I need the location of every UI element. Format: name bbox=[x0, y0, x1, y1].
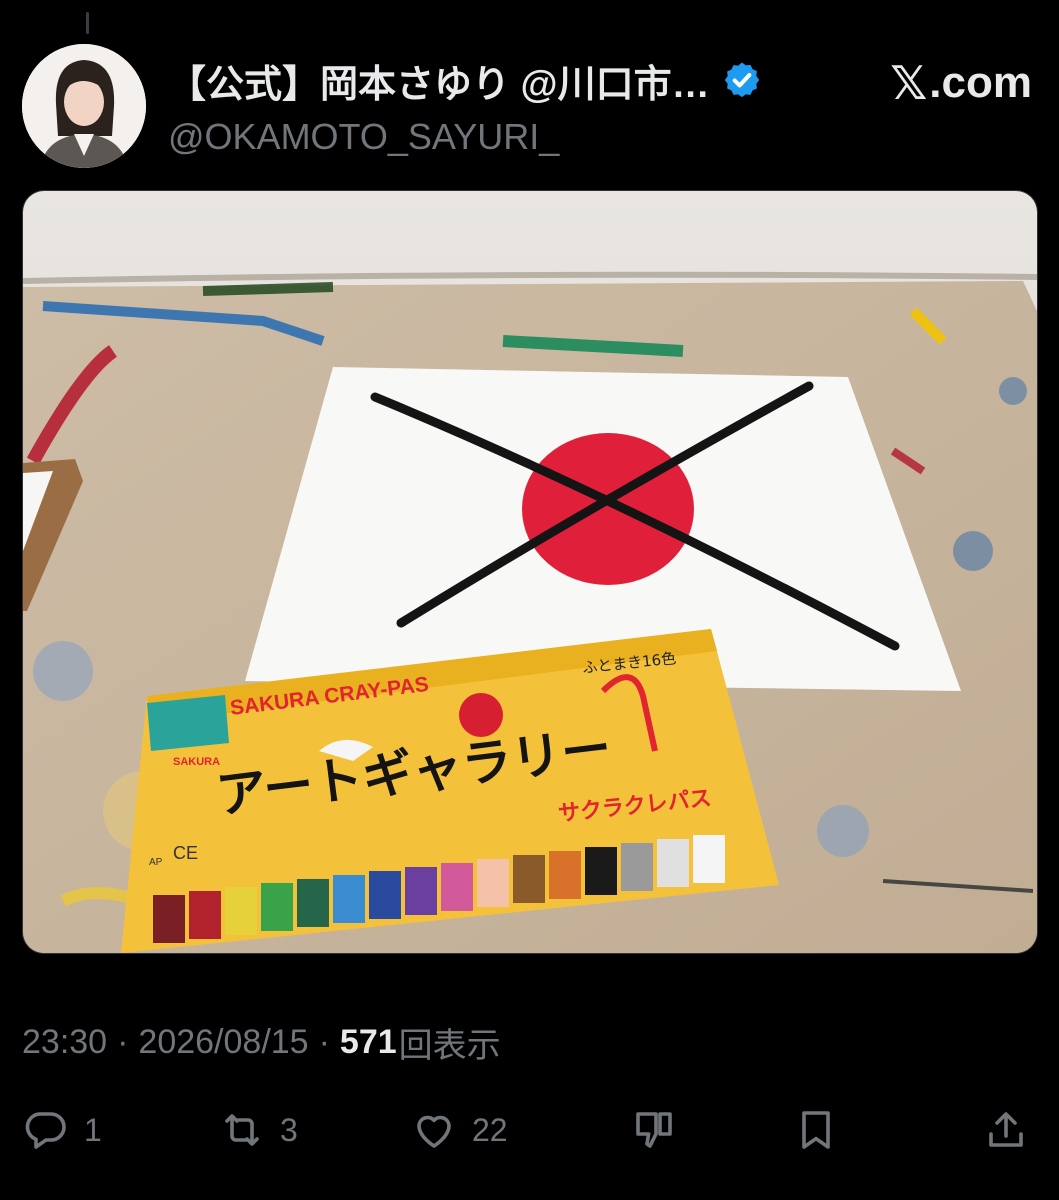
thread-connector-line bbox=[86, 12, 89, 34]
box-ce-mark: CE bbox=[173, 843, 198, 863]
brand-domain: .com bbox=[929, 58, 1032, 107]
share-button[interactable] bbox=[982, 1100, 1044, 1160]
downvote-button[interactable] bbox=[630, 1100, 692, 1160]
meta-separator: · bbox=[117, 1023, 129, 1061]
avatar-photo bbox=[22, 44, 146, 168]
tweet-actions: 1 3 22 bbox=[22, 1100, 1036, 1160]
thumbs-down-icon bbox=[636, 1112, 672, 1148]
x-logo-icon: 𝕏 bbox=[890, 56, 928, 110]
views-count: 571 bbox=[339, 1023, 397, 1061]
tweet-header: 【公式】岡本さゆり @川口市… @OKAMOTO_SAYURI_ 𝕏 .com bbox=[22, 42, 1032, 172]
reply-button[interactable]: 1 bbox=[22, 1100, 102, 1160]
display-name[interactable]: 【公式】岡本さゆり @川口市… bbox=[168, 53, 710, 108]
repost-button[interactable]: 3 bbox=[218, 1100, 298, 1160]
avatar[interactable] bbox=[22, 44, 146, 168]
repost-count: 3 bbox=[280, 1111, 298, 1148]
box-logo-text: SAKURA bbox=[173, 756, 220, 768]
repost-icon bbox=[225, 1114, 259, 1146]
post-time[interactable]: 23:30 bbox=[22, 1023, 107, 1062]
reply-icon bbox=[25, 1112, 66, 1149]
share-icon bbox=[989, 1112, 1023, 1147]
like-count: 22 bbox=[472, 1111, 508, 1148]
reply-count: 1 bbox=[84, 1111, 102, 1148]
box-ap-mark: AP bbox=[149, 857, 163, 868]
photo-crayon-box-flag: SAKURA CRAY-PAS SAKURA ふとまき16色 アートギャラリー … bbox=[23, 191, 1037, 953]
views-label: 回表示 bbox=[398, 1027, 501, 1065]
heart-icon bbox=[417, 1115, 451, 1148]
post-date[interactable]: 2026/08/15 bbox=[138, 1023, 308, 1062]
bookmark-button[interactable] bbox=[792, 1100, 854, 1160]
name-row: 【公式】岡本さゆり @川口市… bbox=[168, 56, 762, 106]
verified-badge-icon bbox=[724, 62, 759, 98]
tweet-meta: 23:30 · 2026/08/15 · 571 回表示 bbox=[22, 1018, 501, 1067]
user-handle[interactable]: @OKAMOTO_SAYURI_ bbox=[168, 116, 559, 158]
bookmark-icon bbox=[802, 1111, 830, 1149]
brand-logo[interactable]: 𝕏 .com bbox=[890, 56, 1032, 110]
tweet-media-image[interactable]: SAKURA CRAY-PAS SAKURA ふとまき16色 アートギャラリー … bbox=[22, 190, 1038, 954]
like-button[interactable]: 22 bbox=[410, 1100, 508, 1160]
meta-separator-2: · bbox=[318, 1023, 330, 1061]
